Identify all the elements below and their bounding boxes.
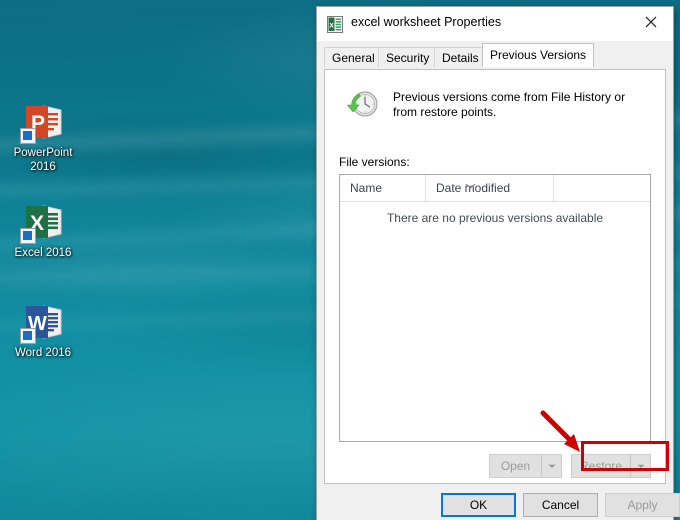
file-versions-list[interactable]: Name Date modified There are no previous… <box>339 174 651 442</box>
powerpoint-icon: P ↗ <box>20 100 66 144</box>
restore-clock-icon <box>346 88 380 122</box>
chevron-down-icon <box>465 176 476 189</box>
column-header-name[interactable]: Name <box>340 175 425 201</box>
list-column-headers: Name Date modified <box>340 175 650 202</box>
desktop-icon-word-2016[interactable]: W ↗ Word 2016 <box>0 300 86 361</box>
restore-split-button[interactable]: Restore <box>571 454 651 478</box>
desktop-icon-label: Word 2016 <box>14 347 72 359</box>
dialog-titlebar[interactable]: x excel worksheet Properties <box>317 7 673 41</box>
close-icon <box>645 16 657 28</box>
shortcut-overlay-icon: ↗ <box>20 128 36 144</box>
shortcut-overlay-icon: ↗ <box>20 228 36 244</box>
open-split-button[interactable]: Open <box>489 454 562 478</box>
properties-dialog: x excel worksheet Properties General Sec… <box>316 6 680 520</box>
open-dropdown-arrow[interactable] <box>542 455 561 477</box>
chevron-down-icon <box>637 464 645 469</box>
tab-previous-versions[interactable]: Previous Versions <box>482 43 595 67</box>
tab-strip: General Security Details Previous Versio… <box>324 43 673 67</box>
desktop-icon-label: PowerPoint 2016 <box>13 147 73 173</box>
info-text: Previous versions come from File History… <box>393 90 626 119</box>
desktop-icon-excel-2016[interactable]: X ↗ Excel 2016 <box>0 200 86 261</box>
word-icon: W ↗ <box>20 300 66 344</box>
excel-icon: X ↗ <box>20 200 66 244</box>
empty-state-message: There are no previous versions available <box>386 211 604 225</box>
tab-details[interactable]: Details <box>434 47 487 67</box>
desktop-icon-powerpoint-2016[interactable]: P ↗ PowerPoint 2016 <box>0 100 86 174</box>
dialog-title: excel worksheet Properties <box>351 15 502 29</box>
tab-general[interactable]: General <box>324 47 383 67</box>
desktop-icon-label: Excel 2016 <box>14 247 72 259</box>
excel-document-icon: x <box>327 16 343 33</box>
cancel-button[interactable]: Cancel <box>523 493 598 517</box>
chevron-down-icon <box>548 464 556 469</box>
ok-button[interactable]: OK <box>441 493 516 517</box>
column-header-extra[interactable] <box>553 175 650 201</box>
column-header-date-modified[interactable]: Date modified <box>425 175 553 201</box>
previous-versions-panel: Previous versions come from File History… <box>324 69 666 484</box>
open-button-label: Open <box>500 459 531 473</box>
svg-text:x: x <box>329 21 334 30</box>
desktop-screen: P ↗ PowerPoint 2016 X ↗ Excel 2016 W ↗ W… <box>0 0 680 520</box>
restore-button-label: Restore <box>579 459 623 473</box>
apply-button[interactable]: Apply <box>605 493 680 517</box>
close-button[interactable] <box>628 7 673 37</box>
tab-security[interactable]: Security <box>378 47 438 67</box>
file-versions-label: File versions: <box>339 155 410 169</box>
restore-dropdown-arrow[interactable] <box>631 455 650 477</box>
shortcut-overlay-icon: ↗ <box>20 328 36 344</box>
